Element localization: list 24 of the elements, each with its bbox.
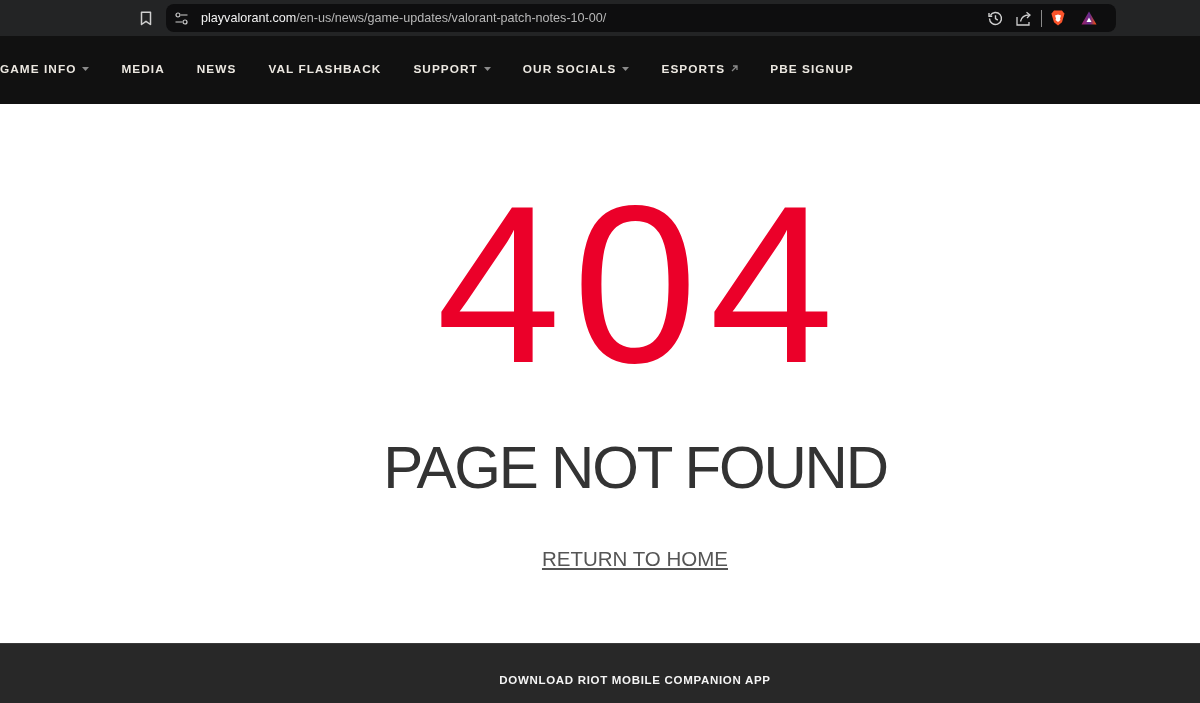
share-icon[interactable]: [1016, 10, 1032, 26]
nav-link[interactable]: MEDIA: [121, 61, 165, 76]
caret-icon: [483, 66, 491, 71]
return-home-link[interactable]: RETURN TO HOME: [541, 547, 728, 571]
caret-icon: [82, 66, 90, 71]
caret-icon: [622, 66, 630, 71]
lion-shield-icon[interactable]: [1051, 10, 1065, 26]
nav-link[interactable]: VAL FLASHBACK: [268, 61, 382, 76]
nav-link[interactable]: PBE SIGNUP: [770, 61, 854, 76]
bookmark-icon[interactable]: [140, 10, 152, 26]
nav-link[interactable]: OUR SOCIALS: [522, 61, 630, 76]
footer-heading: DOWNLOAD RIOT MOBILE COMPANION APP: [499, 673, 771, 686]
nav-link[interactable]: ESPORTS: [661, 61, 739, 76]
url-text[interactable]: playvalorant.com/en-us/news/game-updates/valorant-patch-notes-10-00/: [201, 11, 607, 25]
external-arrow-icon: [731, 65, 739, 72]
triangle-icon[interactable]: [1081, 11, 1097, 25]
address-bar[interactable]: playvalorant.com/en-us/news/game-updates/valorant-patch-notes-10-00/: [166, 4, 1116, 32]
error-title: PAGE NOT FOUND: [383, 438, 887, 498]
tune-icon[interactable]: [175, 11, 188, 25]
history-icon[interactable]: [988, 10, 1003, 26]
nav-link[interactable]: GAME INFO: [0, 61, 90, 76]
nav-link[interactable]: NEWS: [196, 61, 237, 76]
error-code: 404: [435, 184, 846, 384]
nav-link[interactable]: SUPPORT: [413, 61, 491, 76]
